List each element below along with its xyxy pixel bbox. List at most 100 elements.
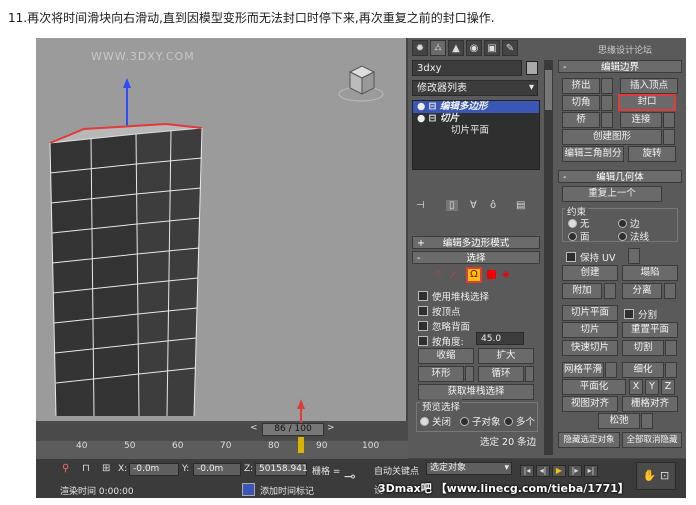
x-coordinate-field[interactable]: -0.0m	[129, 463, 179, 476]
prev-key-icon[interactable]: ◂|	[536, 465, 550, 477]
ring-button[interactable]: 环形	[418, 366, 464, 382]
preview-subobject-radio[interactable]: 子对象	[460, 414, 501, 428]
make-unique-icon[interactable]: ∀	[470, 200, 477, 211]
tab-motion[interactable]: ◉	[466, 40, 482, 56]
insert-vertex-button[interactable]: 插入顶点	[620, 78, 678, 94]
msmooth-button[interactable]: 网格平滑	[562, 362, 604, 378]
pin-stack-icon[interactable]: ⊣	[416, 200, 425, 211]
panel-scrollbar[interactable]	[544, 60, 553, 455]
ignore-backfacing-checkbox[interactable]: 忽略背面	[418, 319, 470, 333]
configure-sets-icon[interactable]: ▤	[516, 200, 525, 211]
tessellate-settings-button[interactable]	[665, 362, 677, 378]
preserve-uv-settings-button[interactable]	[628, 248, 640, 264]
detach-settings-button[interactable]	[664, 283, 676, 299]
get-stack-selection-button[interactable]: 获取堆栈选择	[418, 384, 534, 400]
preserve-uv-checkbox[interactable]: 保持 UV	[566, 250, 615, 264]
object-color-swatch[interactable]	[526, 61, 538, 75]
planar-x-button[interactable]: X	[629, 379, 643, 395]
tab-create[interactable]: ✹	[412, 40, 428, 56]
create-button[interactable]: 创建	[562, 265, 618, 281]
slice-button[interactable]: 切片	[562, 322, 618, 338]
play-icon[interactable]: ▶	[552, 465, 566, 477]
lightbulb-icon[interactable]: ● ⊟	[417, 101, 440, 112]
planar-y-button[interactable]: Y	[645, 379, 659, 395]
chamfer-button[interactable]: 切角	[562, 95, 600, 111]
object-name-field[interactable]: 3dxy	[412, 60, 522, 76]
remove-modifier-icon[interactable]: ô	[490, 200, 496, 211]
time-marker-icon[interactable]	[297, 399, 305, 455]
tab-utilities[interactable]: ✎	[502, 40, 518, 56]
by-vertex-checkbox[interactable]: 按顶点	[418, 304, 461, 318]
extrude-button[interactable]: 挤出	[562, 78, 600, 94]
extrude-settings-button[interactable]	[601, 78, 613, 94]
selection-rollout[interactable]: - 选择	[412, 251, 540, 264]
vertex-icon[interactable]: ⁘	[434, 269, 442, 280]
angle-spinner[interactable]: 45.0	[476, 332, 524, 345]
use-stack-checkbox[interactable]: 使用堆栈选择	[418, 289, 489, 303]
detach-button[interactable]: 分离	[622, 283, 662, 299]
stack-item-edit-poly[interactable]: ● ⊟ 编辑多边形	[413, 101, 539, 113]
view-align-button[interactable]: 视图对齐	[562, 396, 618, 412]
goto-end-icon[interactable]: ▸|	[584, 465, 598, 477]
loop-button[interactable]: 循环	[478, 366, 524, 382]
constraint-face-radio[interactable]: 面	[568, 229, 590, 243]
modifier-list-dropdown[interactable]: 修改器列表 ▾	[412, 80, 538, 96]
quickslice-button[interactable]: 快速切片	[562, 340, 618, 356]
connect-settings-button[interactable]	[663, 112, 675, 128]
ring-spinner[interactable]	[465, 366, 474, 382]
absolute-mode-icon[interactable]: ⊞	[102, 463, 110, 474]
attach-list-button[interactable]	[604, 283, 616, 299]
next-frame-icon[interactable]: >	[327, 423, 335, 433]
reset-plane-button[interactable]: 重置平面	[622, 322, 678, 338]
add-time-tag-label[interactable]: 添加时间标记	[260, 484, 314, 497]
element-icon[interactable]: ◈	[502, 269, 510, 280]
cut-button[interactable]: 切割	[622, 340, 664, 356]
tab-modify[interactable]: ⛼	[430, 40, 446, 56]
msmooth-settings-button[interactable]	[605, 362, 617, 378]
prev-frame-icon[interactable]: <	[250, 423, 258, 433]
border-icon[interactable]: Ω	[466, 267, 482, 283]
stack-item-slice[interactable]: ● ⊟ 切片	[413, 113, 539, 125]
by-angle-checkbox[interactable]: 按角度:	[418, 334, 464, 348]
edit-poly-mode-rollout[interactable]: + 编辑多边形模式	[412, 236, 540, 249]
field-of-view-icon[interactable]: ✋ ⊡	[636, 462, 676, 490]
grow-button[interactable]: 扩大	[478, 348, 534, 364]
create-shape-button[interactable]: 创建图形	[562, 129, 662, 145]
planar-z-button[interactable]: Z	[661, 379, 675, 395]
edge-icon[interactable]: ⟋	[450, 270, 457, 281]
bridge-settings-button[interactable]	[601, 112, 613, 128]
chamfer-settings-button[interactable]	[601, 95, 613, 111]
loop-spinner[interactable]	[525, 366, 534, 382]
attach-button[interactable]: 附加	[562, 283, 602, 299]
edit-borders-rollout[interactable]: - 编辑边界	[558, 60, 682, 73]
lightbulb-icon[interactable]: ● ⊟	[417, 113, 440, 124]
goto-start-icon[interactable]: |◂	[520, 465, 534, 477]
perspective-viewport[interactable]: WWW.3DXY.COM	[36, 38, 406, 421]
time-tag-icon[interactable]	[242, 483, 255, 496]
frame-ruler[interactable]: 40 50 60 70 80 90 100	[36, 441, 408, 459]
preview-multi-radio[interactable]: 多个	[504, 414, 535, 428]
constraint-edge-radio[interactable]: 边	[618, 216, 640, 230]
time-slider[interactable]: 86 / 100	[262, 423, 324, 436]
bridge-button[interactable]: 桥	[562, 112, 600, 128]
polygon-icon[interactable]	[487, 270, 496, 279]
selection-lock-icon[interactable]: ⚲	[62, 463, 69, 474]
edit-triangulation-button[interactable]: 编辑三角剖分	[562, 146, 624, 162]
hide-selected-button[interactable]: 隐藏选定对象	[558, 432, 620, 448]
z-coordinate-field[interactable]: 50158.941	[255, 463, 308, 476]
tab-hierarchy[interactable]: ▲	[448, 40, 464, 56]
show-end-result-icon[interactable]: ▯	[446, 200, 458, 211]
split-checkbox[interactable]: 分割	[624, 307, 657, 321]
make-planar-button[interactable]: 平面化	[562, 379, 626, 395]
slice-plane-button[interactable]: 切片平面	[562, 305, 618, 321]
viewcube-icon[interactable]	[336, 58, 386, 108]
edit-geometry-rollout[interactable]: - 编辑几何体	[558, 170, 682, 183]
tab-display[interactable]: ▣	[484, 40, 500, 56]
create-shape-settings-button[interactable]	[663, 129, 675, 145]
cap-button[interactable]: 封口	[618, 94, 676, 111]
cut-settings-button[interactable]	[665, 340, 677, 356]
relax-settings-button[interactable]	[641, 413, 653, 429]
key-icon[interactable]: ⊸	[344, 469, 356, 485]
connect-button[interactable]: 连接	[620, 112, 662, 128]
lock-icon[interactable]: ⊓	[82, 463, 90, 474]
